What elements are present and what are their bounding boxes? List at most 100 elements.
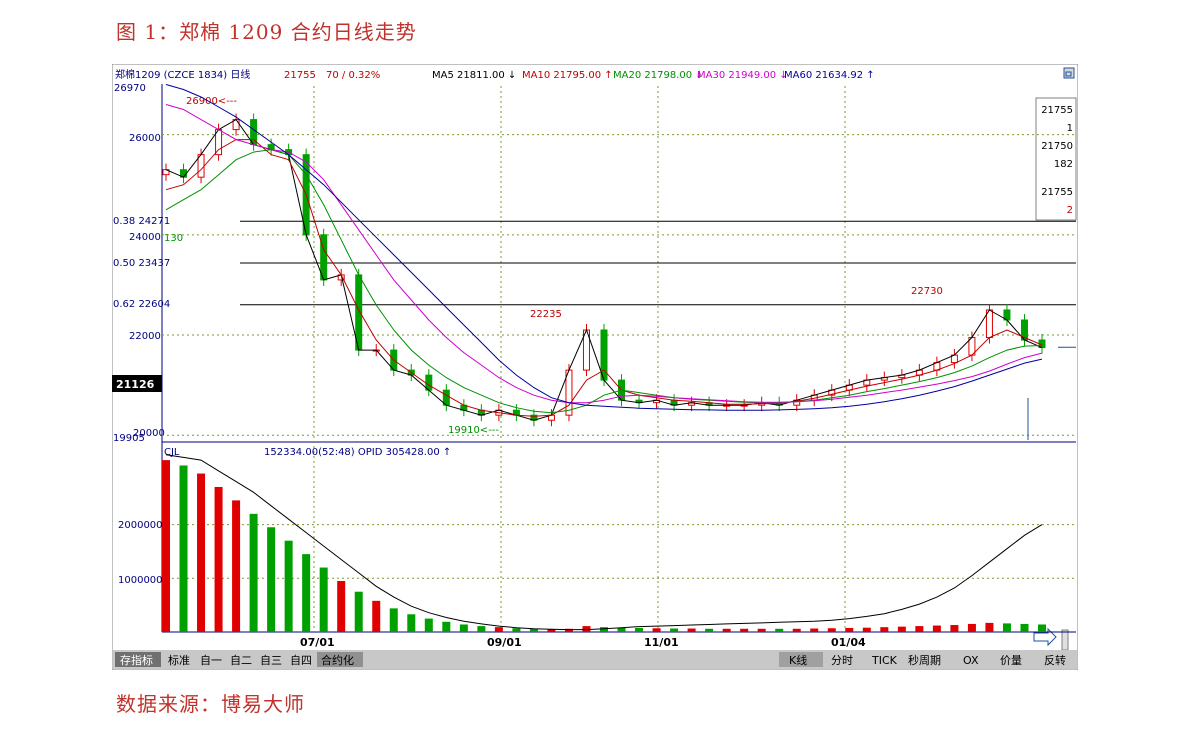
volume-bar xyxy=(284,540,293,632)
price-change: 70 / 0.32% xyxy=(326,70,380,81)
ma30-label: MA30 21949.00 ↓ xyxy=(697,70,788,81)
price-bottom-label: 19905 xyxy=(113,433,145,444)
x-tick-0104: 01/04 xyxy=(831,636,866,649)
svg-text:自三: 自三 xyxy=(260,654,282,667)
svg-text:秒周期: 秒周期 xyxy=(908,653,941,667)
volume-bar xyxy=(722,628,731,632)
tool-button-custom-2[interactable]: 自二 xyxy=(230,654,252,667)
volume-bar xyxy=(845,627,854,632)
volume-bar xyxy=(1038,624,1046,632)
figure-title: 图 1：郑棉 1209 合约日线走势 xyxy=(116,20,417,44)
volume-bar xyxy=(162,460,170,632)
volume-bar xyxy=(267,527,276,632)
source-note: 数据来源：博易大师 xyxy=(116,692,305,716)
svg-text:反转: 反转 xyxy=(1044,653,1066,667)
x-tick-0901: 09/01 xyxy=(487,636,522,649)
quote-ask-price: 21755 xyxy=(1041,105,1073,116)
svg-text:K线: K线 xyxy=(789,653,807,667)
tool-button-standard[interactable]: 标准 xyxy=(168,653,190,667)
volume-bar xyxy=(232,500,241,632)
volume-bar xyxy=(897,626,906,632)
peak1-annotation: 22235 xyxy=(530,309,562,320)
tool-button-contract[interactable]: 合约化 xyxy=(317,652,363,667)
volume-bar xyxy=(459,624,468,632)
volume-bar xyxy=(302,554,311,632)
volume-bar xyxy=(670,628,679,632)
tool-button-timeshare[interactable]: 分时 xyxy=(831,654,853,667)
svg-text:存指标: 存指标 xyxy=(120,653,153,667)
low-annotation: 19910<--- xyxy=(448,425,499,436)
quote-bid-volume: 182 xyxy=(1054,159,1073,170)
volume-bar xyxy=(214,486,223,632)
restore-window-icon[interactable] xyxy=(1063,67,1075,79)
volume-bar xyxy=(985,622,994,632)
volume-bar xyxy=(600,627,608,632)
volume-bar xyxy=(407,614,416,632)
volume-bar xyxy=(1002,623,1011,632)
volume-bar xyxy=(197,473,206,632)
ma60-label: MA60 21634.92 ↑ xyxy=(784,70,875,81)
peak2-annotation: 22730 xyxy=(911,286,943,297)
volume-bar xyxy=(915,626,924,632)
volume-bar xyxy=(950,625,959,632)
quote-last-volume: 2 xyxy=(1067,205,1073,216)
volume-bar xyxy=(757,628,766,632)
volume-bar xyxy=(687,628,696,632)
volume-tick-1000000: 1000000 xyxy=(118,575,163,586)
tool-button-reverse[interactable]: 反转 xyxy=(1044,653,1066,667)
tool-button-kline[interactable]: K线 xyxy=(779,652,823,667)
price-tick-26000: 26000 xyxy=(129,133,161,144)
volume-bar xyxy=(249,513,258,632)
quote-last-price: 21755 xyxy=(1041,187,1073,198)
last-price: 21755 xyxy=(284,70,316,81)
tool-button-custom-3[interactable]: 自三 xyxy=(260,654,282,667)
kline-chart[interactable]: 郑棉1209 (CZCE 1834) 日线 21755 70 / 0.32% M… xyxy=(112,64,1078,670)
ma10-label: MA10 21795.00 ↑ xyxy=(522,70,613,81)
svg-text:合约化: 合约化 xyxy=(321,653,354,667)
volume-bar xyxy=(652,628,661,632)
volume-bar xyxy=(372,600,381,632)
scrollbar[interactable] xyxy=(1061,629,1069,651)
tool-button-save-indicator[interactable]: 存指标 xyxy=(115,652,161,667)
svg-text:OX: OX xyxy=(963,654,979,667)
volume-bar xyxy=(494,627,503,632)
svg-text:分时: 分时 xyxy=(831,654,853,667)
tool-button-price-volume[interactable]: 价量 xyxy=(1000,654,1022,667)
volume-bar xyxy=(442,621,451,632)
volume-bar xyxy=(424,618,433,632)
volume-bar xyxy=(705,628,714,632)
volume-bar xyxy=(967,623,976,632)
x-tick-0701: 07/01 xyxy=(300,636,335,649)
volume-bar xyxy=(827,628,836,632)
volume-bar xyxy=(179,465,188,632)
svg-text:TICK: TICK xyxy=(871,654,898,667)
volume-bar xyxy=(389,608,398,632)
symbol-label: 郑棉1209 (CZCE 1834) 日线 xyxy=(115,68,250,81)
quote-box: 21755 1 21750 182 21755 2 xyxy=(1035,97,1077,221)
tool-button-ox[interactable]: OX xyxy=(963,654,979,667)
volume-bar xyxy=(810,628,819,632)
volume-bar xyxy=(337,580,346,632)
current-price-label: 21126 xyxy=(116,378,155,391)
volume-bar xyxy=(775,628,784,632)
tool-button-custom-1[interactable]: 自一 xyxy=(200,654,222,667)
svg-text:自二: 自二 xyxy=(230,654,252,667)
quote-bid-price: 21750 xyxy=(1041,141,1073,152)
volume-tick-2000000: 2000000 xyxy=(118,520,163,531)
price-tick-22000: 22000 xyxy=(129,331,161,342)
svg-text:标准: 标准 xyxy=(168,653,190,667)
volume-bar xyxy=(740,628,749,632)
svg-text:价量: 价量 xyxy=(1000,654,1022,667)
x-tick-1101: 11/01 xyxy=(644,636,679,649)
high-annotation: 26900<--- xyxy=(186,96,237,107)
tool-button-custom-4[interactable]: 自四 xyxy=(290,654,312,667)
svg-text:自四: 自四 xyxy=(290,654,312,667)
tool-button-tick[interactable]: TICK xyxy=(871,654,898,667)
volume-bar xyxy=(354,591,363,632)
volume-bar xyxy=(319,567,328,632)
candle-body xyxy=(355,274,363,351)
volume-bar xyxy=(880,627,889,632)
volume-bar xyxy=(512,628,521,632)
tool-button-second-period[interactable]: 秒周期 xyxy=(908,653,941,667)
volume-bar xyxy=(477,626,486,632)
